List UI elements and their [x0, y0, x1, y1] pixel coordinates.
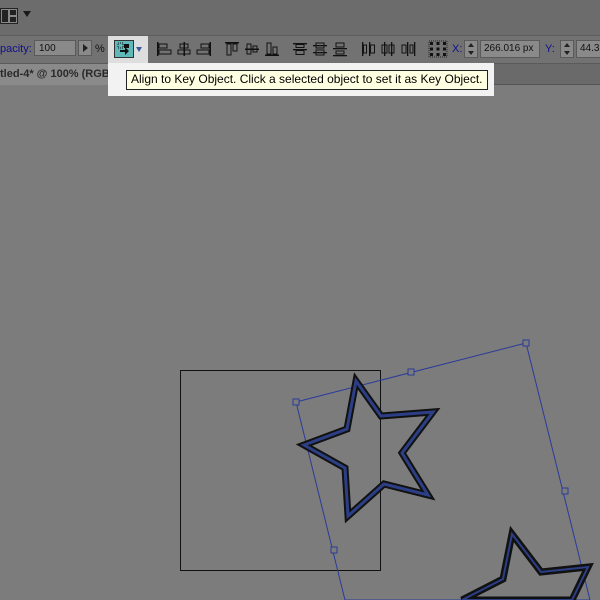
selection-handle[interactable]	[292, 398, 300, 406]
selection-handle[interactable]	[522, 339, 530, 347]
selection-bounding-box	[295, 342, 591, 600]
star-shape-selected[interactable]	[295, 372, 441, 524]
selection-handle[interactable]	[330, 546, 338, 554]
artboard-canvas[interactable]	[0, 0, 600, 600]
selection-handle[interactable]	[407, 368, 415, 376]
selection-handle[interactable]	[561, 487, 569, 495]
